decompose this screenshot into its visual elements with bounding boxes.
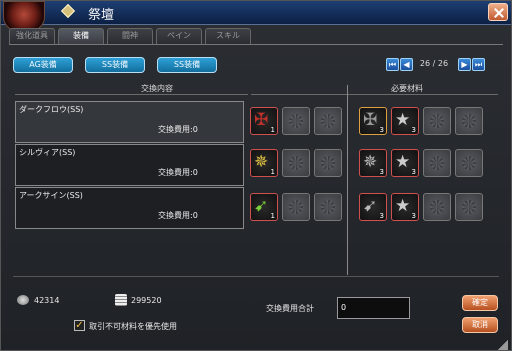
empty-slot <box>423 193 451 221</box>
empty-slot <box>314 149 342 177</box>
material-count: 3 <box>411 126 416 134</box>
total-cost-field[interactable]: 0 <box>337 297 410 319</box>
item-count: 1 <box>270 212 275 220</box>
material-count: 3 <box>379 126 384 134</box>
row-cost: 交換費用:0 <box>158 168 198 177</box>
cancel-button[interactable]: 取消 <box>462 317 498 333</box>
material-count: 3 <box>411 168 416 176</box>
tab-divider <box>9 44 503 45</box>
total-cost-label: 交換費用合計 <box>266 304 314 313</box>
exchange-content-header: 交換内容 <box>141 84 173 93</box>
column-divider <box>347 85 348 275</box>
silvia-icon: ✵ <box>363 152 378 172</box>
coin-icon <box>17 295 29 305</box>
prev-page-icon[interactable]: ◀ <box>400 58 413 71</box>
item-count: 1 <box>270 168 275 176</box>
tab-enhance-items[interactable]: 強化道具 <box>9 28 55 44</box>
star-icon: ★ <box>395 110 411 130</box>
empty-slot <box>423 107 451 135</box>
silvia-icon: ✵ <box>254 152 269 172</box>
exchange-row[interactable]: ダークフロウ(SS) 交換費用:0 <box>15 101 244 143</box>
window-title: 祭壇 <box>88 8 115 23</box>
empty-slot <box>314 193 342 221</box>
row-item-name: ダークフロウ(SS) <box>19 105 84 114</box>
coin-stack-icon <box>115 294 127 306</box>
ss-equipment-button[interactable]: SS装備 <box>85 57 145 73</box>
emblem-icon <box>3 1 45 31</box>
empty-slot <box>282 107 310 135</box>
row-item-name: アークサイン(SS) <box>19 191 83 200</box>
empty-slot <box>423 149 451 177</box>
header-underline-left <box>15 94 248 95</box>
empty-slot <box>455 193 483 221</box>
material-slot[interactable]: ✠ 3 <box>359 107 387 135</box>
required-materials-header: 必要材料 <box>391 84 423 93</box>
material-count: 3 <box>379 212 384 220</box>
page-indicator: 26 / 26 <box>419 59 449 68</box>
material-slot[interactable]: ➹ 3 <box>359 193 387 221</box>
priority-untradable-checkbox[interactable]: ✓ <box>74 320 85 331</box>
empty-slot <box>314 107 342 135</box>
tab-pain[interactable]: ペイン <box>156 28 202 44</box>
exchange-row[interactable]: アークサイン(SS) 交換費用:0 <box>15 187 244 229</box>
arc-sign-icon: ➹ <box>254 196 269 216</box>
star-icon: ★ <box>395 196 411 216</box>
exchange-row[interactable]: シルヴィア(SS) 交換費用:0 <box>15 144 244 186</box>
header-underline-right <box>251 94 498 95</box>
currency-2-value: 299520 <box>131 296 162 305</box>
material-slot[interactable]: ★ 3 <box>391 107 419 135</box>
tab-war-god[interactable]: 闘神 <box>107 28 153 44</box>
priority-untradable-label: 取引不可材料を優先使用 <box>89 322 177 331</box>
arc-sign-icon: ➹ <box>363 196 378 216</box>
material-slot[interactable]: ★ 3 <box>391 149 419 177</box>
currency-1-value: 42314 <box>34 296 60 305</box>
material-slot[interactable]: ✵ 3 <box>359 149 387 177</box>
last-page-icon[interactable]: ⏭ <box>472 58 485 71</box>
confirm-button[interactable]: 確定 <box>462 295 498 311</box>
star-icon: ★ <box>395 152 411 172</box>
next-page-icon[interactable]: ▶ <box>458 58 471 71</box>
result-item-slot[interactable]: ✠ 1 <box>250 107 278 135</box>
close-button[interactable] <box>488 3 508 21</box>
row-cost: 交換費用:0 <box>158 211 198 220</box>
resize-grip-icon[interactable] <box>498 340 508 350</box>
dark-flow-icon: ✠ <box>254 110 269 130</box>
material-slot[interactable]: ★ 3 <box>391 193 419 221</box>
row-item-name: シルヴィア(SS) <box>19 148 76 157</box>
row-cost: 交換費用:0 <box>158 125 198 134</box>
diamond-icon <box>60 3 76 19</box>
tab-equipment[interactable]: 装備 <box>58 28 104 44</box>
empty-slot <box>282 193 310 221</box>
empty-slot <box>455 149 483 177</box>
empty-slot <box>282 149 310 177</box>
ag-equipment-button[interactable]: AG装備 <box>13 57 73 73</box>
dark-flow-icon: ✠ <box>363 110 378 130</box>
result-item-slot[interactable]: ✵ 1 <box>250 149 278 177</box>
result-item-slot[interactable]: ➹ 1 <box>250 193 278 221</box>
material-count: 3 <box>379 168 384 176</box>
material-count: 3 <box>411 212 416 220</box>
ss-equipment-button-2[interactable]: SS装備 <box>157 57 217 73</box>
title-bar[interactable]: 祭壇 <box>1 1 511 31</box>
first-page-icon[interactable]: ⏮ <box>386 58 399 71</box>
tab-skill[interactable]: スキル <box>205 28 251 44</box>
footer-divider <box>13 276 499 277</box>
empty-slot <box>455 107 483 135</box>
item-count: 1 <box>270 126 275 134</box>
altar-window: 祭壇 強化道具 装備 闘神 ペイン スキル AG装備 SS装備 SS装備 ⏮ ◀… <box>0 0 512 351</box>
